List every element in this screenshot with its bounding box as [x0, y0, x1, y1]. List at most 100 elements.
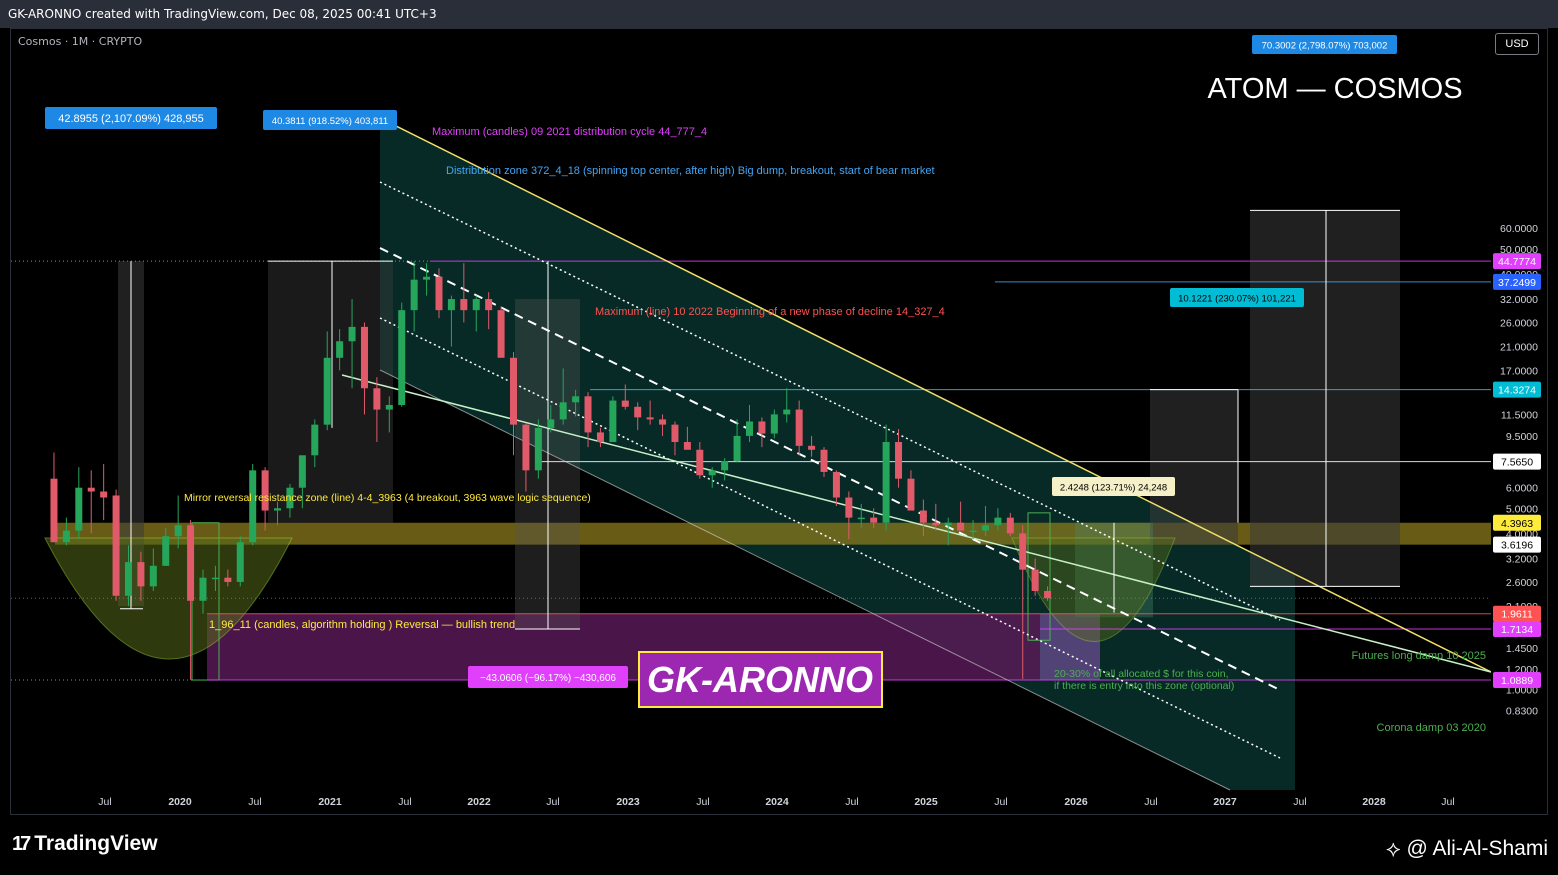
annotation-max-line: Maximum (line) 10 2022 Beginning of a ne…: [595, 306, 945, 318]
annotation-alloc-1: 20-30% of all allocated $ for this coin,: [1054, 668, 1229, 680]
y-tick-label: 9.5000: [1506, 431, 1538, 443]
candle-body: [1019, 533, 1027, 570]
annotation-corona: Corona damp 03 2020: [1377, 722, 1486, 734]
currency-button[interactable]: USD: [1495, 33, 1539, 55]
candle-body: [584, 396, 592, 433]
price-chart[interactable]: Maximum (candles) 09 2021 distribution c…: [0, 0, 1558, 875]
candle-body: [820, 449, 828, 472]
candle-body: [919, 510, 927, 523]
candle-body: [274, 508, 282, 511]
candle-body: [298, 455, 306, 488]
measure-label-5: 70.3002 (2,798.07%) 703,002: [1262, 41, 1388, 52]
candle-body: [1044, 590, 1052, 599]
x-tick-label: 2023: [616, 796, 640, 808]
candle-body: [845, 497, 853, 518]
x-tick-label: Jul: [696, 796, 709, 808]
candle-body: [211, 577, 219, 580]
price-tag: 4.3963: [1501, 518, 1533, 530]
candle-body: [460, 299, 468, 311]
price-tag: 37.2499: [1498, 277, 1536, 289]
candle-body: [634, 406, 642, 418]
x-tick-label: 2027: [1213, 796, 1237, 808]
x-tick-label: 2025: [914, 796, 938, 808]
candle-body: [547, 419, 555, 428]
x-tick-label: 2026: [1064, 796, 1088, 808]
candle-body: [485, 299, 493, 311]
candle-body: [199, 577, 207, 601]
candle-body: [733, 435, 741, 462]
y-tick-label: 6.0000: [1506, 483, 1538, 495]
candle-body: [882, 442, 890, 523]
x-tick-label: Jul: [248, 796, 261, 808]
candle-body: [510, 357, 518, 425]
candle-body: [609, 400, 617, 443]
candle-body: [572, 396, 580, 403]
candle-body: [857, 517, 865, 520]
candle-body: [447, 299, 455, 311]
candle-body: [671, 424, 679, 443]
candle-body: [907, 478, 915, 511]
x-tick-label: 2028: [1362, 796, 1386, 808]
candle-body: [137, 562, 145, 587]
candle-body: [1031, 569, 1039, 591]
measure-label-4: 10.1221 (230.07%) 101,221: [1178, 294, 1296, 305]
candle-body: [559, 402, 567, 420]
candle-body: [696, 449, 704, 476]
candle-body: [75, 487, 83, 531]
annotation-max-candles: Maximum (candles) 09 2021 distribution c…: [432, 126, 707, 138]
candle-body: [261, 470, 269, 511]
author-tag: ⟡ @ Ali-Al-Shami: [1386, 836, 1548, 862]
annotation-mirror-zone: Mirror reversal resistance zone (line) 4…: [184, 492, 591, 504]
price-tag: 1.9611: [1501, 609, 1532, 621]
candle-body: [1006, 517, 1014, 534]
candle-body: [745, 421, 753, 436]
tradingview-logo[interactable]: 17 TradingView: [12, 832, 158, 856]
candle-body: [895, 442, 903, 479]
x-tick-label: Jul: [994, 796, 1007, 808]
candle-body: [708, 470, 716, 476]
candle-body: [981, 525, 989, 531]
candle-body: [435, 276, 443, 311]
candle-body: [62, 530, 70, 543]
candle-body: [646, 417, 654, 420]
candle-body: [472, 299, 480, 311]
chart-title: ATOM — COSMOS: [1207, 73, 1462, 105]
footer: [0, 815, 1558, 875]
y-tick-label: 32.0000: [1500, 294, 1538, 306]
price-tag: 1.7134: [1501, 624, 1533, 636]
candle-body: [423, 276, 431, 280]
y-tick-label: 1.4500: [1506, 643, 1538, 655]
x-tick-label: 2024: [765, 796, 789, 808]
candle-body: [50, 478, 58, 543]
measure-label-1: 42.8955 (2,107.09%) 428,955: [58, 113, 204, 125]
candle-body: [957, 522, 965, 531]
measure-label-2: 40.3811 (918.52%) 403,811: [272, 116, 388, 127]
y-tick-label: 5.0000: [1506, 503, 1538, 515]
price-tag: 1.0889: [1501, 675, 1533, 687]
y-tick-label: 2.6000: [1506, 577, 1538, 589]
x-tick-label: Jul: [1144, 796, 1157, 808]
symbol-label: Cosmos · 1M · CRYPTO: [18, 35, 143, 48]
candle-body: [721, 461, 729, 471]
candle-body: [236, 542, 244, 582]
candle-body: [683, 442, 691, 450]
y-tick-label: 17.0000: [1500, 365, 1538, 377]
tradingview-logo-icon: 17: [12, 832, 31, 855]
candle-body: [311, 424, 319, 456]
annotation-distribution-zone: Distribution zone 372_4_18 (spinning top…: [446, 165, 935, 177]
candle-body: [659, 419, 667, 425]
x-tick-label: Jul: [398, 796, 411, 808]
candle-body: [187, 525, 195, 601]
y-tick-label: 0.8300: [1506, 706, 1538, 718]
y-tick-label: 11.5000: [1501, 409, 1538, 421]
candle-body: [100, 491, 108, 498]
candle-body: [224, 577, 232, 582]
tradingview-brand: TradingView: [34, 832, 158, 855]
candle-body: [149, 565, 157, 587]
candle-body: [621, 400, 629, 407]
measure-column-5: [1250, 210, 1400, 587]
x-tick-label: Jul: [1441, 796, 1454, 808]
candle-body: [398, 310, 406, 405]
candle-body: [112, 495, 120, 596]
watermark-text: GK-ARONNO: [647, 659, 873, 700]
